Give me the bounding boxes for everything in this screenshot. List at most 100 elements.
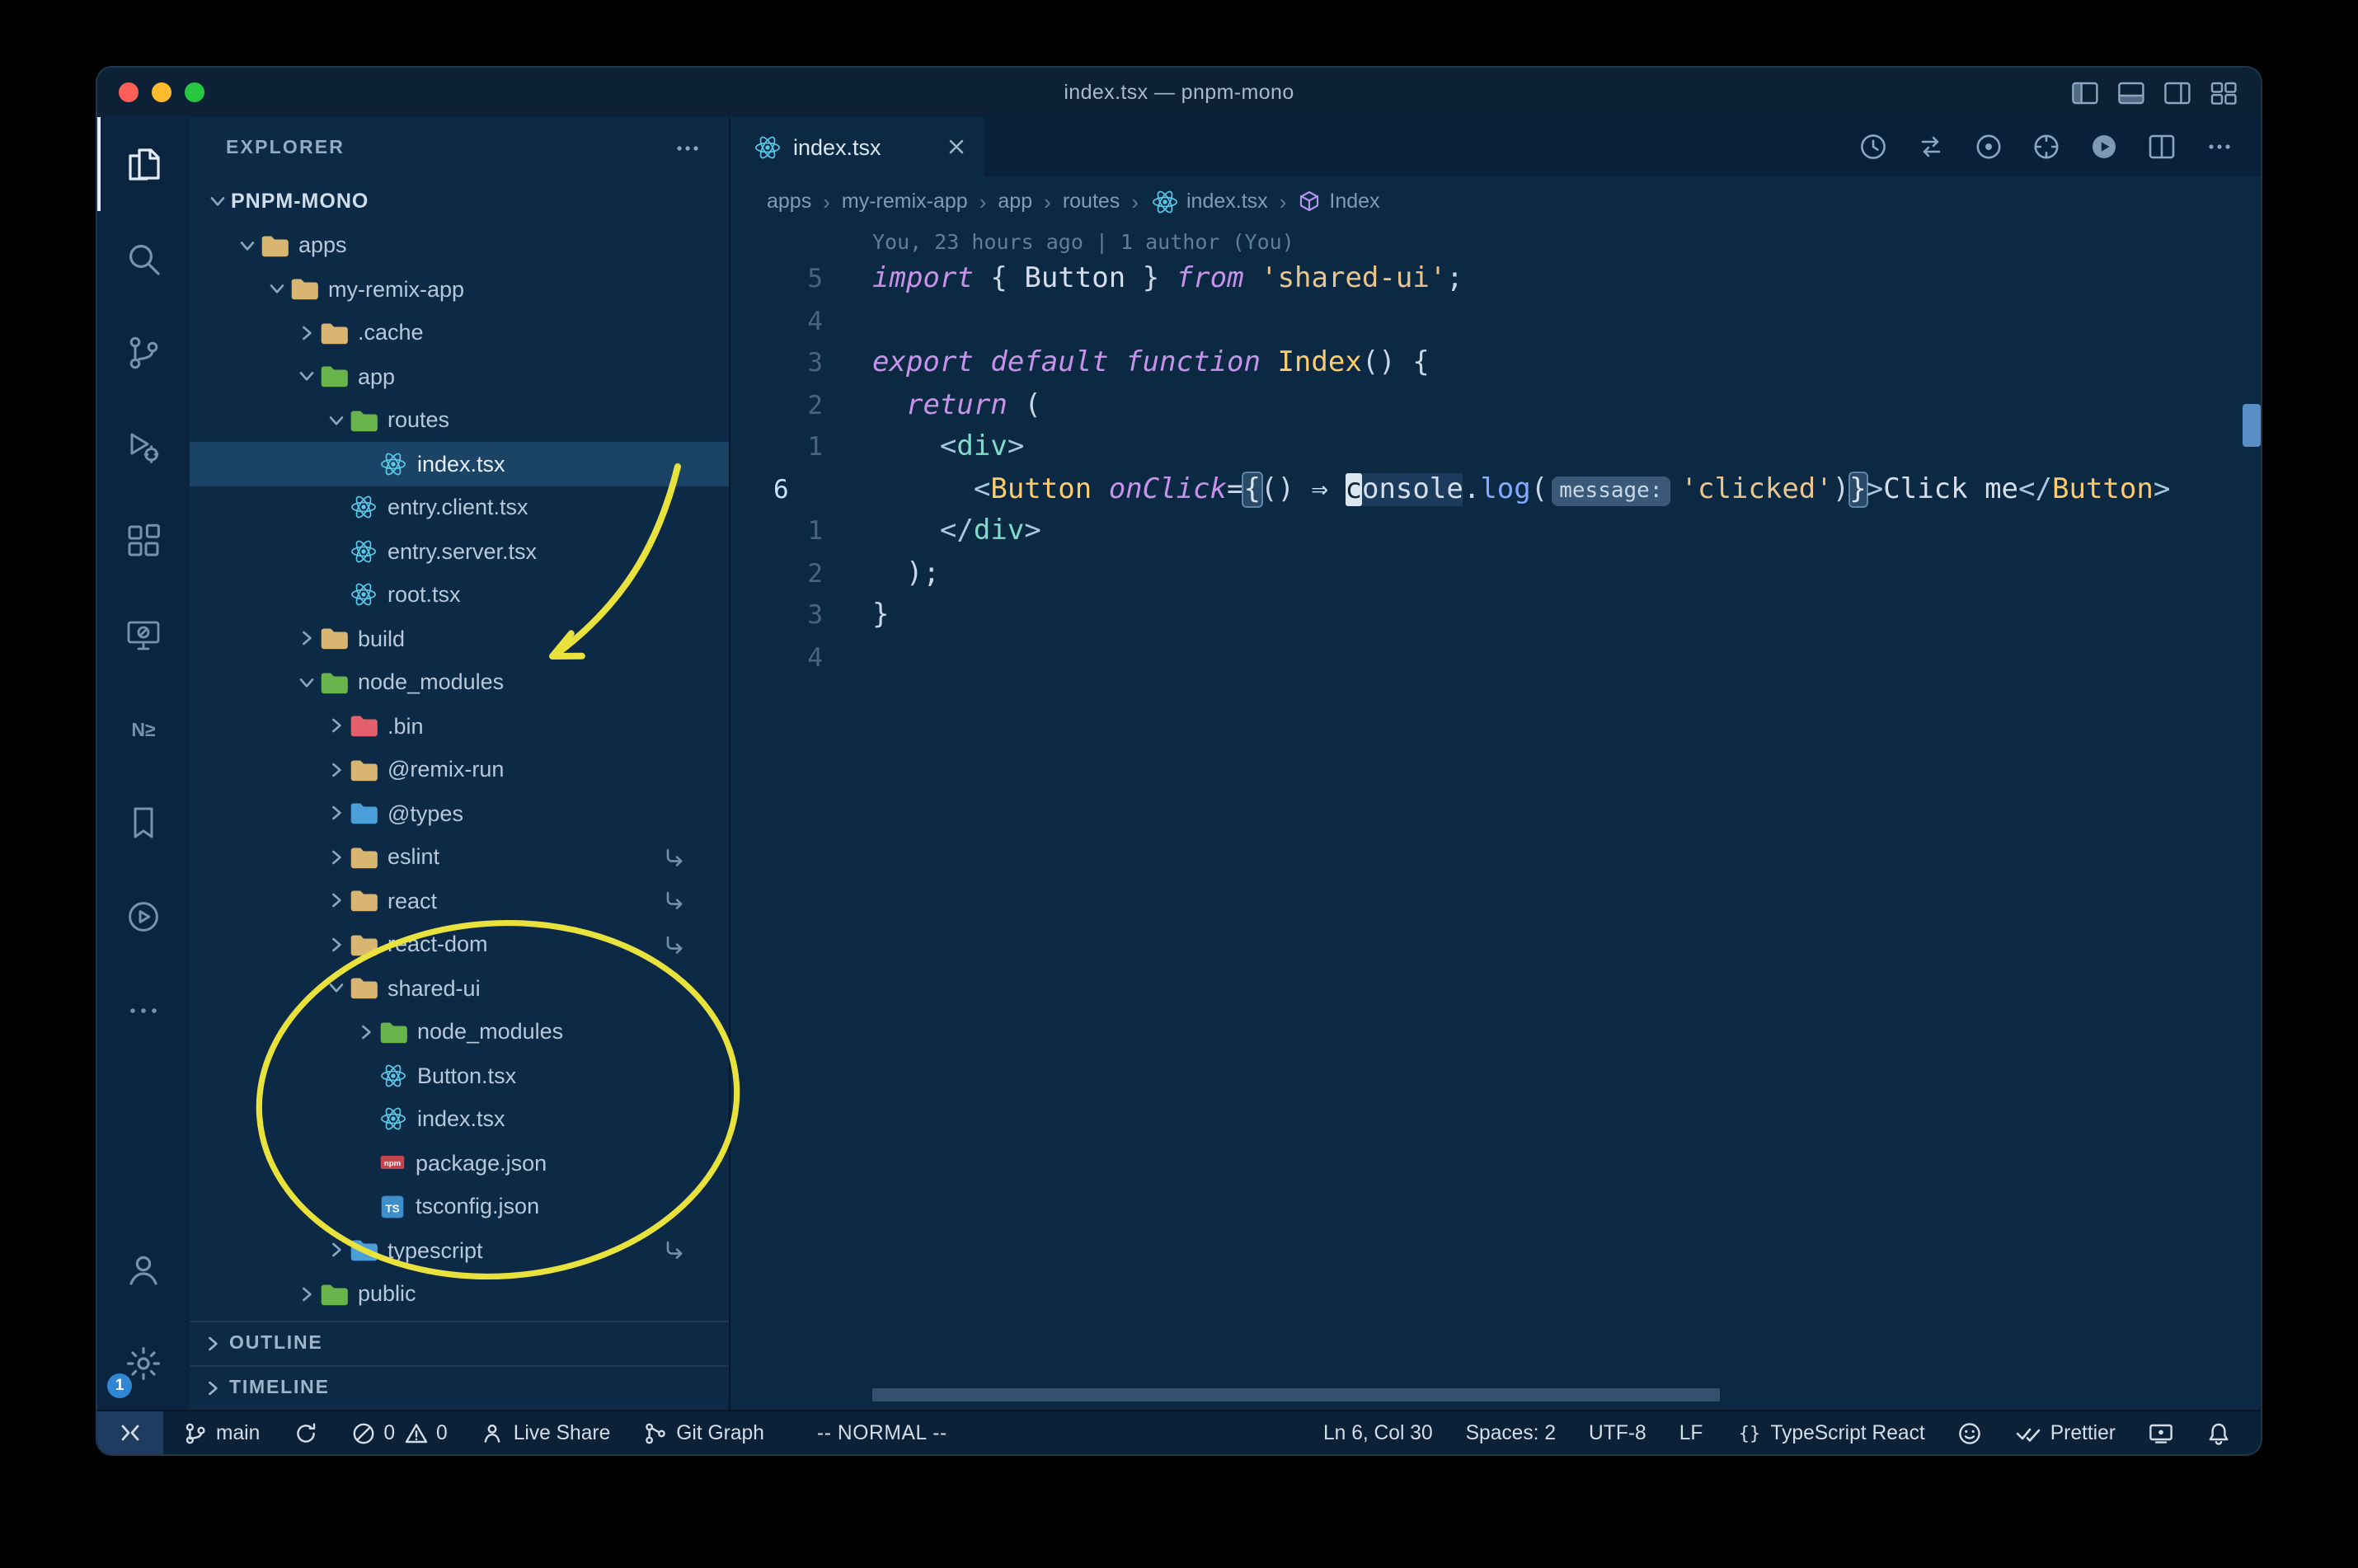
activity-remote-explorer[interactable] (97, 587, 190, 681)
activity-bookmarks[interactable] (97, 775, 190, 869)
section-outline[interactable]: OUTLINE (190, 1321, 729, 1365)
tree-item-entry-server-tsx[interactable]: entry.server.tsx (190, 529, 729, 573)
status-screencast[interactable] (2132, 1411, 2190, 1454)
activity-settings[interactable]: 1 (97, 1316, 190, 1410)
section-timeline[interactable]: TIMELINE (190, 1365, 729, 1410)
tree-item-root-tsx[interactable]: root.tsx (190, 573, 729, 617)
status-vim-mode[interactable]: -- NORMAL -- (801, 1411, 964, 1454)
more-actions-button[interactable] (2205, 132, 2234, 162)
tree-item-app[interactable]: app (190, 354, 729, 398)
status-feedback[interactable] (1942, 1411, 1999, 1454)
code-editor[interactable]: You, 23 hours ago | 1 author (You) 5 impo… (730, 226, 2261, 1410)
line-number[interactable]: 2 (730, 385, 846, 427)
tree-item-apps[interactable]: apps (190, 223, 729, 267)
line-number[interactable]: 1 (730, 511, 846, 553)
tree-item-index-tsx[interactable]: index.tsx (190, 1097, 729, 1141)
line-number[interactable]: 2 (730, 553, 846, 595)
tree-item-public[interactable]: public (190, 1272, 729, 1316)
target-button[interactable] (2032, 132, 2061, 162)
tree-item-cache[interactable]: .cache (190, 311, 729, 354)
line-number[interactable]: 4 (730, 637, 846, 679)
activity-explorer[interactable] (97, 117, 190, 211)
code-line[interactable]: 2 return ( (730, 385, 2261, 427)
tree-item-entry-client-tsx[interactable]: entry.client.tsx (190, 486, 729, 529)
tree-item-shared-ui[interactable]: shared-ui (190, 966, 729, 1010)
breadcrumb-apps[interactable]: apps (767, 190, 811, 213)
code-line[interactable]: 4 (730, 637, 2261, 679)
tree-item-react-dom[interactable]: react-dom (190, 922, 729, 966)
history-button[interactable] (1858, 132, 1888, 162)
split-editor-button[interactable] (2147, 132, 2177, 162)
tree-item-index-tsx[interactable]: index.tsx (190, 442, 729, 486)
compare-changes-button[interactable] (1916, 132, 1946, 162)
code-line[interactable]: 3 export default function Index() { (730, 343, 2261, 385)
status-problems[interactable]: 00 (334, 1411, 463, 1454)
activity-nx-console[interactable]: N≥ (97, 681, 190, 775)
status-sync[interactable] (276, 1411, 334, 1454)
tree-item-button-tsx[interactable]: Button.tsx (190, 1054, 729, 1097)
tree-item-node-modules[interactable]: node_modules (190, 660, 729, 704)
tree-item-package-json[interactable]: npm package.json (190, 1141, 729, 1185)
code-line[interactable]: 4 (730, 301, 2261, 343)
status-encoding[interactable]: UTF-8 (1572, 1411, 1663, 1454)
code-line[interactable]: 2 ); (730, 553, 2261, 595)
close-window-button[interactable] (119, 82, 139, 102)
line-number[interactable]: 1 (730, 427, 846, 469)
status-language-mode[interactable]: {} TypeScript React (1719, 1411, 1941, 1454)
explorer-more-actions-button[interactable] (673, 134, 702, 163)
zoom-window-button[interactable] (185, 82, 204, 102)
breadcrumb-my-remix-app[interactable]: my-remix-app (842, 190, 968, 213)
code-line[interactable]: 1 </div> (730, 511, 2261, 553)
activity-search[interactable] (97, 211, 190, 305)
titlebar-layout-grid-button[interactable] (2210, 80, 2238, 105)
vertical-scrollbar[interactable] (2243, 226, 2261, 1410)
tab-index-tsx[interactable]: index.tsx (730, 117, 984, 176)
titlebar-layout-sidebar-button[interactable] (2071, 80, 2099, 105)
status-notifications[interactable] (2190, 1411, 2248, 1454)
tree-item-pnpm-mono[interactable]: PNPM-MONO (190, 180, 729, 223)
status-indentation[interactable]: Spaces: 2 (1449, 1411, 1572, 1454)
record-button[interactable] (1974, 132, 2003, 162)
code-line[interactable]: 6 <Button onClick={() ⇒ console.log(mess… (730, 469, 2261, 511)
line-number[interactable]: 3 (730, 343, 846, 385)
tree-item-eslint[interactable]: eslint (190, 835, 729, 879)
activity-more-views[interactable] (97, 963, 190, 1057)
status-prettier[interactable]: Prettier (1999, 1411, 2132, 1454)
close-tab-button[interactable] (945, 135, 968, 158)
tree-item-routes[interactable]: routes (190, 398, 729, 442)
run-file-button[interactable] (2089, 132, 2119, 162)
activity-extensions[interactable] (97, 493, 190, 587)
tree-item-react[interactable]: react (190, 879, 729, 922)
code-line[interactable]: 5 import { Button } from 'shared-ui'; (730, 259, 2261, 301)
status-remote[interactable] (97, 1411, 163, 1454)
activity-code-runner[interactable] (97, 869, 190, 963)
tree-item-types[interactable]: @types (190, 791, 729, 835)
titlebar-layout-sidebar-right-button[interactable] (2163, 80, 2191, 105)
breadcrumb-app[interactable]: app (998, 190, 1032, 213)
codelens-annotation[interactable]: You, 23 hours ago | 1 author (You) (730, 226, 2261, 259)
line-number[interactable]: 5 (730, 259, 846, 301)
status-eol[interactable]: LF (1663, 1411, 1720, 1454)
tree-item-build[interactable]: build (190, 617, 729, 660)
tree-item-typescript[interactable]: typescript (190, 1228, 729, 1272)
code-line[interactable]: 1 <div> (730, 427, 2261, 469)
breadcrumb-index-tsx[interactable]: index.tsx (1150, 187, 1268, 215)
line-number[interactable]: 3 (730, 595, 846, 637)
tree-item-bin[interactable]: .bin (190, 704, 729, 748)
activity-accounts[interactable] (97, 1222, 190, 1316)
tree-item-tsconfig-json[interactable]: TS tsconfig.json (190, 1185, 729, 1228)
minimize-window-button[interactable] (152, 82, 171, 102)
line-number[interactable]: 6 (730, 469, 846, 511)
status-branch[interactable]: main (167, 1411, 276, 1454)
tree-item-my-remix-app[interactable]: my-remix-app (190, 267, 729, 311)
horizontal-scrollbar[interactable] (872, 1388, 1720, 1401)
breadcrumb-routes[interactable]: routes (1063, 190, 1120, 213)
tree-item-node-modules[interactable]: node_modules (190, 1010, 729, 1054)
titlebar-layout-panel-button[interactable] (2117, 80, 2145, 105)
status-git-graph[interactable]: Git Graph (627, 1411, 781, 1454)
activity-run-and-debug[interactable] (97, 399, 190, 493)
activity-source-control[interactable] (97, 305, 190, 399)
tree-item-remix-run[interactable]: @remix-run (190, 748, 729, 791)
breadcrumb-index[interactable]: Index (1298, 190, 1380, 213)
status-cursor-position[interactable]: Ln 6, Col 30 (1307, 1411, 1449, 1454)
